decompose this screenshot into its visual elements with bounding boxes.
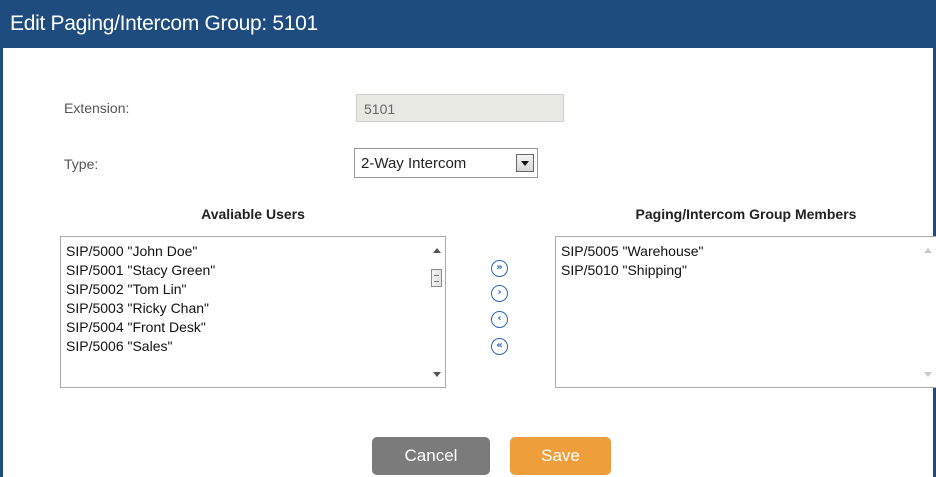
scroll-thumb[interactable] bbox=[431, 269, 442, 287]
cancel-button[interactable]: Cancel bbox=[372, 437, 490, 475]
list-item[interactable]: SIP/5005 "Warehouse" bbox=[556, 242, 704, 261]
available-users-list[interactable]: SIP/5000 "John Doe" SIP/5001 "Stacy Gree… bbox=[60, 236, 446, 388]
dialog-title: Edit Paging/Intercom Group: 5101 bbox=[10, 12, 318, 35]
list-item[interactable]: SIP/5010 "Shipping" bbox=[556, 261, 704, 280]
group-members-list[interactable]: SIP/5005 "Warehouse" SIP/5010 "Shipping" bbox=[555, 236, 936, 388]
list-item[interactable]: SIP/5002 "Tom Lin" bbox=[61, 280, 215, 299]
type-select-value: 2-Way Intercom bbox=[361, 155, 467, 172]
scroll-down-icon[interactable] bbox=[433, 372, 441, 377]
list-item[interactable]: SIP/5004 "Front Desk" bbox=[61, 318, 215, 337]
group-members-heading: Paging/Intercom Group Members bbox=[635, 206, 857, 222]
list-item[interactable]: SIP/5003 "Ricky Chan" bbox=[61, 299, 215, 318]
list-item[interactable]: SIP/5001 "Stacy Green" bbox=[61, 261, 215, 280]
available-users-heading: Avaliable Users bbox=[201, 206, 305, 222]
type-label: Type: bbox=[64, 156, 99, 172]
chevron-down-icon[interactable] bbox=[516, 154, 534, 172]
scroll-up-icon[interactable] bbox=[433, 248, 441, 253]
save-button[interactable]: Save bbox=[510, 437, 611, 475]
list-item[interactable]: SIP/5000 "John Doe" bbox=[61, 242, 215, 261]
dialog-title-bar: Edit Paging/Intercom Group: 5101 bbox=[0, 0, 936, 48]
scroll-up-icon[interactable] bbox=[924, 248, 932, 253]
move-all-right-icon[interactable]: » bbox=[491, 260, 508, 277]
move-right-icon[interactable]: › bbox=[491, 285, 508, 302]
available-users-scrollbar[interactable] bbox=[428, 237, 445, 387]
extension-label: Extension: bbox=[64, 100, 130, 116]
extension-field: 5101 bbox=[356, 94, 564, 122]
scroll-down-icon[interactable] bbox=[924, 372, 932, 377]
group-members-scrollbar[interactable] bbox=[919, 237, 936, 387]
dialog-left-border bbox=[0, 48, 3, 477]
move-all-left-icon[interactable]: « bbox=[491, 338, 508, 355]
list-item[interactable]: SIP/5006 "Sales" bbox=[61, 337, 215, 356]
type-select[interactable]: 2-Way Intercom bbox=[354, 148, 538, 178]
move-left-icon[interactable]: ‹ bbox=[491, 311, 508, 328]
